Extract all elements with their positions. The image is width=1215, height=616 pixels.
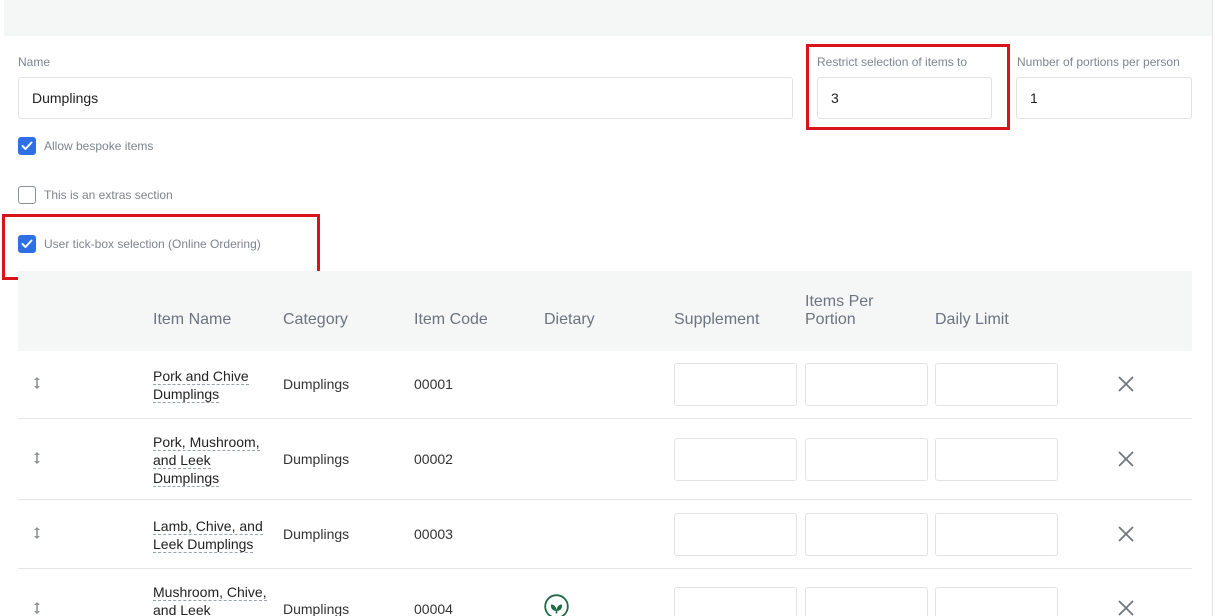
- item-code: 00003: [414, 526, 453, 542]
- portions-label: Number of portions per person: [1017, 55, 1180, 69]
- restrict-input[interactable]: 3: [817, 77, 992, 119]
- header-item-code: Item Code: [414, 311, 488, 328]
- table-header: Item Name Category Item Code Dietary Sup…: [18, 271, 1192, 351]
- drag-handle-icon[interactable]: [31, 601, 43, 615]
- item-name-link[interactable]: Pork and Chive Dumplings: [153, 367, 249, 403]
- item-code: 00004: [414, 601, 453, 616]
- top-bar: [4, 0, 1212, 36]
- item-name-line: Dumplings: [153, 386, 220, 403]
- header-items-per-portion-line1: Items Per: [805, 293, 874, 310]
- header-items-per-portion: Items Per Portion: [805, 293, 873, 329]
- checkmark-icon: [21, 239, 33, 248]
- item-category: Dumplings: [283, 526, 350, 542]
- tick-box-selection-checkbox[interactable]: [18, 235, 36, 253]
- name-label: Name: [18, 55, 51, 69]
- daily-limit-input[interactable]: [935, 363, 1058, 406]
- checkmark-icon: [21, 141, 33, 150]
- item-code: 00002: [414, 451, 453, 467]
- header-supplement: Supplement: [674, 311, 760, 328]
- item-name-line: and Leek: [153, 602, 211, 616]
- header-items-per-portion-line2: Portion: [805, 311, 856, 328]
- item-category: Dumplings: [283, 376, 350, 392]
- tick-box-selection-row[interactable]: User tick-box selection (Online Ordering…: [18, 235, 261, 253]
- supplement-input[interactable]: [674, 363, 797, 406]
- items-per-portion-input[interactable]: [805, 513, 928, 556]
- items-per-portion-input[interactable]: [805, 587, 928, 616]
- extras-section-checkbox[interactable]: [18, 186, 36, 204]
- item-name-line: Leek Dumplings: [153, 536, 254, 553]
- restrict-input-value: 3: [831, 90, 839, 106]
- allow-bespoke-row[interactable]: Allow bespoke items: [18, 137, 153, 155]
- item-name-line: Pork, Mushroom,: [153, 434, 260, 451]
- supplement-input[interactable]: [674, 513, 797, 556]
- daily-limit-input[interactable]: [935, 587, 1058, 616]
- daily-limit-input[interactable]: [935, 513, 1058, 556]
- item-name-link[interactable]: Mushroom, Chive, and Leek: [153, 583, 267, 616]
- item-name-link[interactable]: Lamb, Chive, and Leek Dumplings: [153, 517, 263, 553]
- drag-handle-icon[interactable]: [31, 451, 43, 465]
- item-name-line: Mushroom, Chive,: [153, 584, 267, 601]
- drag-handle-icon[interactable]: [31, 526, 43, 540]
- name-input[interactable]: Dumplings: [18, 77, 793, 119]
- portions-input-value: 1: [1030, 90, 1038, 106]
- header-dietary: Dietary: [544, 311, 595, 328]
- items-per-portion-input[interactable]: [805, 363, 928, 406]
- extras-section-label: This is an extras section: [44, 188, 173, 202]
- close-icon[interactable]: [1116, 374, 1136, 394]
- close-icon[interactable]: [1116, 598, 1136, 616]
- restrict-label: Restrict selection of items to: [817, 55, 968, 69]
- header-item-name: Item Name: [153, 311, 232, 328]
- supplement-input[interactable]: [674, 587, 797, 616]
- header-category: Category: [283, 311, 348, 328]
- tick-box-selection-label: User tick-box selection (Online Ordering…: [44, 237, 261, 251]
- supplement-input[interactable]: [674, 438, 797, 481]
- extras-section-row[interactable]: This is an extras section: [18, 186, 173, 204]
- row-divider: [18, 418, 1192, 419]
- drag-handle-icon[interactable]: [31, 376, 43, 390]
- right-divider: [1212, 0, 1213, 616]
- item-name-line: and Leek: [153, 452, 211, 469]
- items-per-portion-input[interactable]: [805, 438, 928, 481]
- item-code: 00001: [414, 376, 453, 392]
- close-icon[interactable]: [1116, 449, 1136, 469]
- header-daily-limit: Daily Limit: [935, 311, 1009, 328]
- vegan-leaf-icon: [544, 594, 569, 616]
- row-divider: [18, 499, 1192, 500]
- item-category: Dumplings: [283, 601, 350, 616]
- allow-bespoke-checkbox[interactable]: [18, 137, 36, 155]
- item-name-line: Lamb, Chive, and: [153, 518, 263, 535]
- allow-bespoke-label: Allow bespoke items: [44, 139, 154, 153]
- portions-input[interactable]: 1: [1016, 77, 1192, 119]
- name-input-value: Dumplings: [32, 90, 99, 106]
- daily-limit-input[interactable]: [935, 438, 1058, 481]
- item-category: Dumplings: [283, 451, 350, 467]
- row-divider: [18, 568, 1192, 569]
- item-name-line: Pork and Chive: [153, 368, 249, 385]
- close-icon[interactable]: [1116, 524, 1136, 544]
- item-name-line: Dumplings: [153, 470, 220, 487]
- item-name-link[interactable]: Pork, Mushroom, and Leek Dumplings: [153, 433, 260, 487]
